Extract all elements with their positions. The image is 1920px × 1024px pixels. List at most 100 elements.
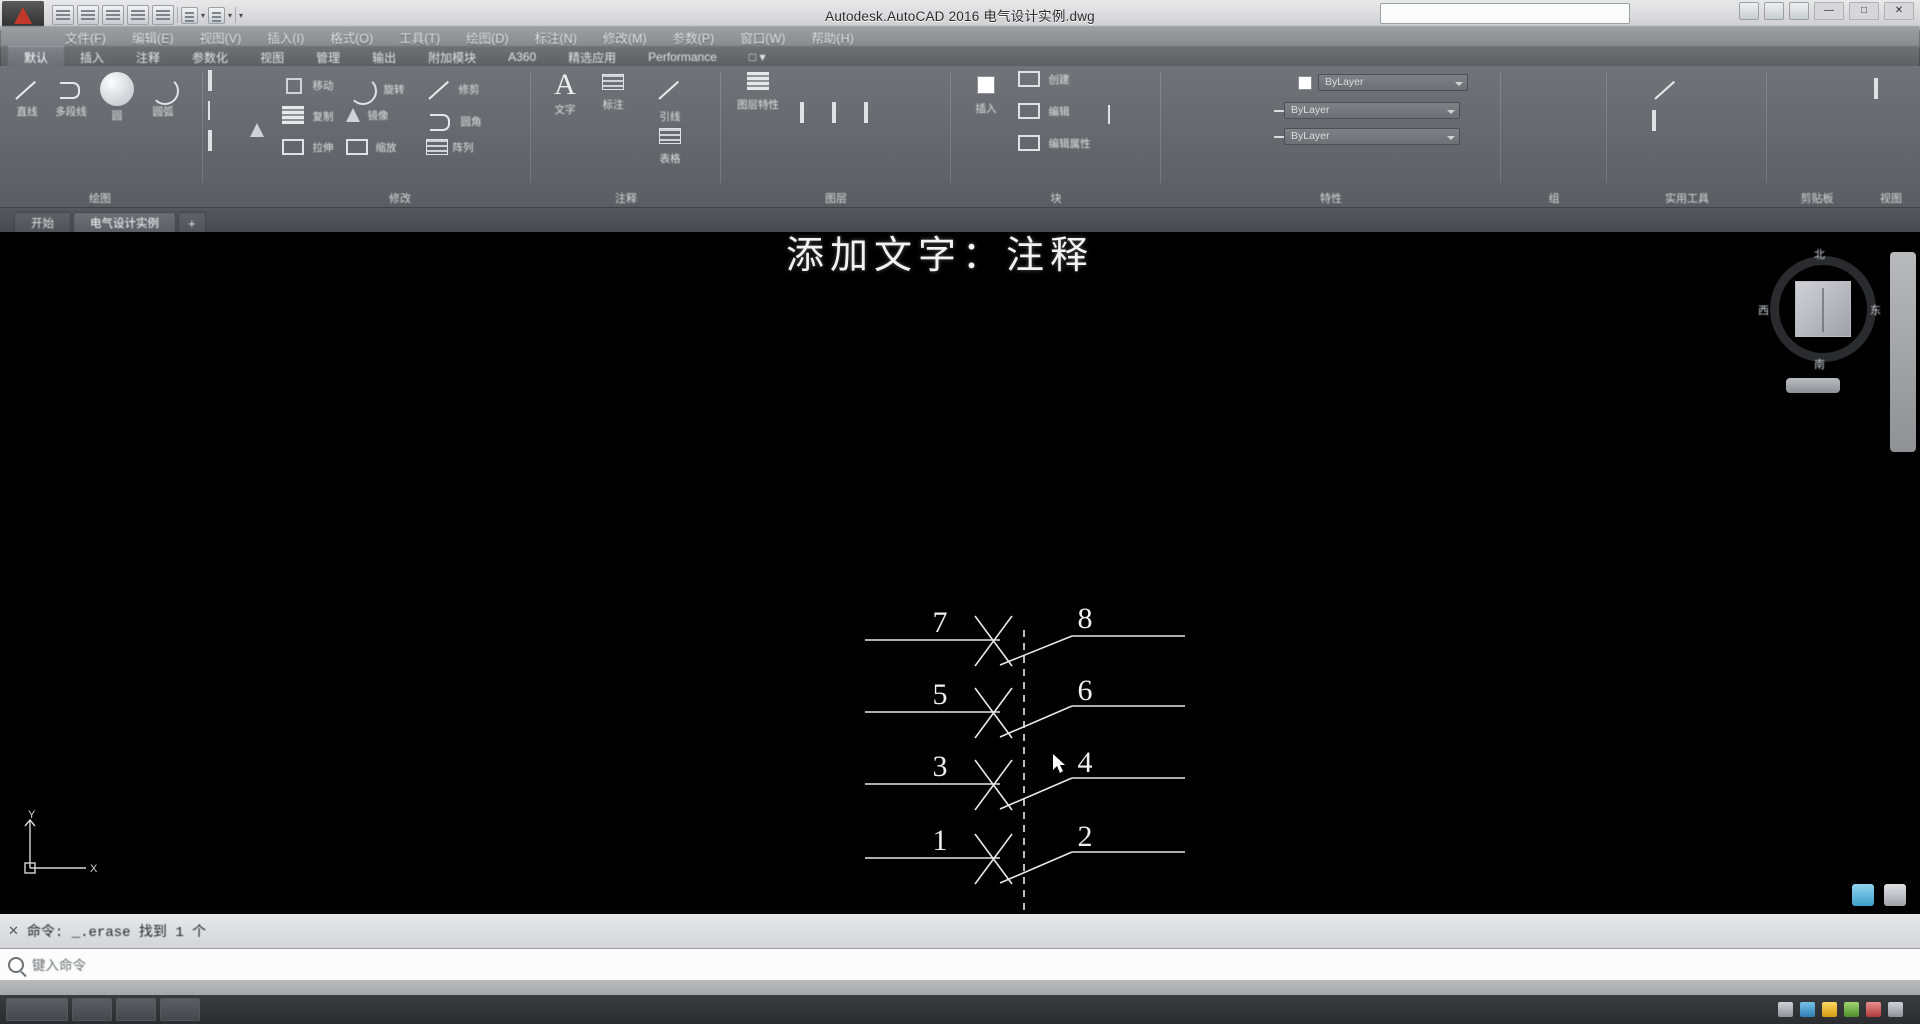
block-attributes-button[interactable]: 编辑属性	[1018, 134, 1118, 152]
insert-block-button[interactable]: 插入	[962, 76, 1010, 116]
arc-button[interactable]: 圆弧	[138, 74, 188, 119]
undo-dropdown-icon[interactable]: ▾	[201, 11, 205, 20]
ungroup-button[interactable]	[1526, 114, 1560, 138]
tab-a360[interactable]: A360	[492, 48, 552, 66]
save-as-icon[interactable]	[127, 5, 149, 25]
tab-home[interactable]: 默认	[8, 46, 65, 68]
command-close-icon[interactable]: ✕	[8, 923, 19, 939]
close-button[interactable]: ✕	[1884, 2, 1914, 20]
layer-merge-button[interactable]	[800, 136, 826, 160]
line-button[interactable]: 直线	[2, 74, 52, 119]
measure-button[interactable]	[1652, 74, 1686, 98]
gradient-button[interactable]	[250, 106, 276, 137]
tab-output[interactable]: 输出	[356, 47, 412, 68]
command-input-field[interactable]: 键入命令	[32, 954, 86, 975]
file-tab-drawing[interactable]: 电气设计实例	[73, 212, 176, 234]
file-tab-start[interactable]: 开始	[14, 212, 71, 234]
rotate-button[interactable]: 旋转	[346, 74, 426, 102]
circle-button[interactable]: 圆	[92, 72, 142, 123]
dimension-button[interactable]: 标注	[588, 74, 638, 112]
taskbar-item-media[interactable]	[160, 998, 200, 1021]
view-button[interactable]	[1874, 78, 1904, 104]
signin-icon[interactable]	[1739, 2, 1759, 20]
tab-manage[interactable]: 管理	[300, 47, 356, 68]
match-properties-button[interactable]	[1108, 70, 1138, 94]
quick-select-button[interactable]	[1652, 110, 1686, 136]
linetype-combo[interactable]: ByLayer	[1284, 102, 1460, 119]
stretch-button[interactable]: 拉伸	[274, 138, 348, 156]
minimize-button[interactable]: —	[1814, 2, 1844, 20]
tab-overflow[interactable]: □ ▾	[733, 48, 782, 66]
volume-icon[interactable]	[1822, 1002, 1837, 1017]
open-file-icon[interactable]	[77, 5, 99, 25]
lineweight-combo[interactable]: ByLayer	[1284, 128, 1460, 145]
tab-view[interactable]: 视图	[244, 47, 300, 68]
rectangle-button[interactable]	[208, 70, 234, 96]
tab-parametric[interactable]: 参数化	[176, 47, 244, 68]
fillet-button[interactable]: 圆角	[426, 106, 512, 134]
viewcube-cube[interactable]	[1795, 281, 1851, 337]
tray-expand-icon[interactable]	[1778, 1002, 1793, 1017]
autodesk-account-icon[interactable]	[1764, 2, 1784, 20]
taskbar-item-explorer[interactable]	[6, 998, 68, 1021]
show-desktop-icon[interactable]	[1888, 1002, 1903, 1017]
taskbar-item-autocad[interactable]	[116, 998, 156, 1021]
settings-gear-icon[interactable]	[1884, 884, 1906, 906]
drawing-canvas[interactable]: 添加文字：注释 7 8 5 6 3 4 1 2 北 南 西 东 Y X	[0, 232, 1920, 914]
copy-button[interactable]: 复制	[274, 106, 348, 124]
create-block-button[interactable]: 创建	[1018, 70, 1106, 88]
move-button[interactable]: 移动	[274, 74, 348, 94]
hatch-button[interactable]	[208, 101, 234, 126]
maximize-button[interactable]: □	[1849, 2, 1879, 20]
layer-lock-button[interactable]	[864, 72, 890, 96]
color-swatch[interactable]	[1298, 75, 1312, 90]
layer-match-button[interactable]	[832, 102, 858, 128]
leader-button[interactable]: 引线	[640, 74, 700, 124]
region-button[interactable]	[208, 130, 234, 156]
redo-dropdown-icon[interactable]: ▾	[228, 11, 232, 20]
polyline-button[interactable]: 多段线	[46, 74, 96, 119]
layer-off-button[interactable]	[800, 72, 826, 96]
revcloud-button[interactable]	[250, 136, 276, 160]
object-color-combo[interactable]: ByLayer	[1318, 74, 1468, 91]
redo-icon[interactable]	[208, 6, 226, 24]
qat-customize-icon[interactable]: ▾	[239, 11, 243, 20]
model-space-icon[interactable]	[1852, 884, 1874, 906]
ime-icon[interactable]	[1866, 1002, 1881, 1017]
search-input[interactable]	[1380, 3, 1630, 24]
undo-icon[interactable]	[181, 6, 198, 24]
new-tab-button[interactable]: +	[178, 212, 206, 234]
trim-button[interactable]: 修剪	[426, 74, 512, 102]
command-input-row[interactable]: 键入命令	[0, 948, 1920, 980]
layer-properties-button[interactable]: 图层特性	[726, 72, 790, 112]
viewcube-home-button[interactable]	[1786, 378, 1840, 393]
layer-previous-button[interactable]	[864, 102, 890, 128]
help-icon[interactable]	[1789, 2, 1809, 20]
layer-isolate-button[interactable]	[800, 102, 826, 128]
edit-block-button[interactable]: 编辑	[1018, 102, 1106, 120]
viewcube[interactable]: 北 南 西 东	[1758, 249, 1882, 393]
table-button[interactable]: 表格	[640, 128, 700, 166]
point-button[interactable]	[250, 78, 276, 102]
scale-button[interactable]: 缩放	[346, 138, 426, 156]
plot-icon[interactable]	[152, 5, 174, 25]
property-list-button[interactable]	[1108, 105, 1138, 130]
text-button[interactable]: A 文字	[540, 70, 590, 117]
tab-featured[interactable]: 精选应用	[552, 47, 632, 68]
layer-delete-button[interactable]	[832, 136, 858, 160]
copy-clip-button[interactable]	[1798, 112, 1832, 136]
tab-insert[interactable]: 插入	[64, 47, 120, 68]
save-icon[interactable]	[102, 5, 124, 25]
security-icon[interactable]	[1844, 1002, 1859, 1017]
mirror-button[interactable]: 镜像	[346, 106, 426, 124]
array-button[interactable]: 阵列	[426, 138, 512, 156]
taskbar-item-browser[interactable]	[72, 998, 112, 1021]
layer-freeze-button[interactable]	[832, 72, 858, 96]
paste-button[interactable]	[1798, 74, 1832, 98]
navigation-bar[interactable]	[1890, 252, 1916, 452]
group-button[interactable]	[1526, 76, 1560, 100]
tab-addins[interactable]: 附加模块	[412, 47, 492, 68]
tab-annotate[interactable]: 注释	[120, 47, 176, 68]
tab-performance[interactable]: Performance	[632, 48, 733, 66]
new-file-icon[interactable]	[52, 5, 74, 25]
